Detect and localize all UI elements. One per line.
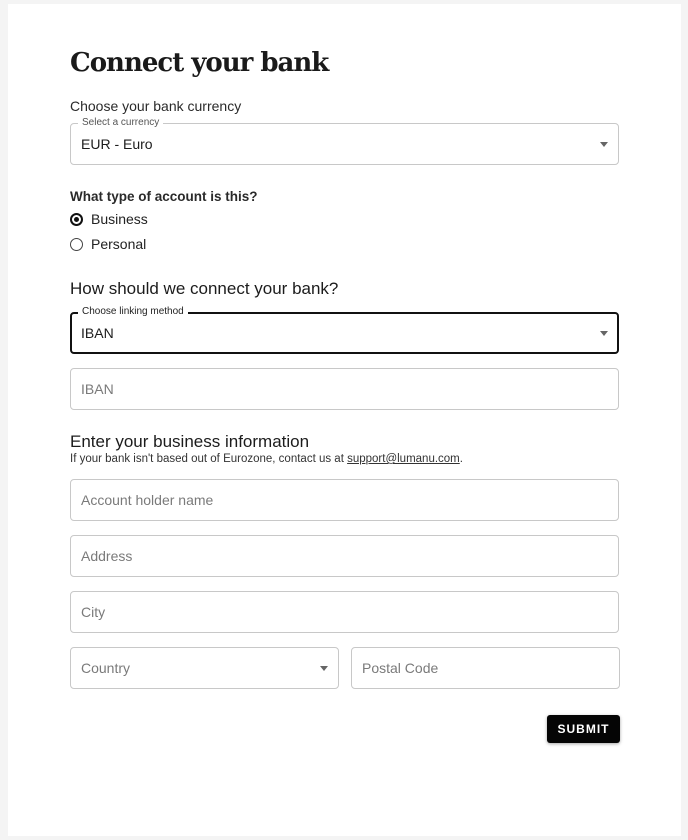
chevron-down-icon	[600, 142, 608, 147]
chevron-down-icon	[320, 666, 328, 671]
currency-select[interactable]: Select a currency EUR - Euro	[70, 117, 619, 165]
page-title: Connect your bank	[70, 48, 329, 78]
business-hint-text: If your bank isn't based out of Eurozone…	[70, 453, 348, 465]
radio-personal-label: Personal	[91, 236, 147, 252]
radio-unchecked-icon[interactable]	[70, 237, 83, 251]
city-input[interactable]: City	[70, 591, 619, 633]
currency-select-value: EUR - Euro	[81, 136, 153, 152]
currency-select-legend: Select a currency	[78, 117, 164, 129]
radio-business-label: Business	[91, 211, 148, 227]
account-holder-placeholder: Account holder name	[81, 492, 214, 508]
business-hint-suffix: .	[459, 453, 463, 465]
country-select[interactable]: Country	[70, 647, 339, 689]
linking-method-value: IBAN	[81, 325, 114, 341]
business-heading: Enter your business information	[70, 432, 310, 451]
address-input[interactable]: Address	[70, 535, 619, 577]
account-holder-input[interactable]: Account holder name	[70, 479, 619, 521]
radio-business[interactable]: Business	[70, 211, 148, 227]
currency-prompt: Choose your bank currency	[70, 98, 242, 114]
country-placeholder: Country	[81, 660, 131, 676]
iban-placeholder: IBAN	[81, 381, 114, 397]
chevron-down-icon	[600, 331, 608, 336]
submit-button[interactable]: SUBMIT	[547, 715, 620, 743]
postal-code-input[interactable]: Postal Code	[351, 647, 620, 689]
account-type-question: What type of account is this?	[70, 189, 258, 204]
business-hint: If your bank isn't based out of Eurozone…	[70, 453, 463, 465]
radio-checked-icon[interactable]	[70, 212, 83, 226]
address-placeholder: Address	[81, 548, 133, 564]
connect-heading: How should we connect your bank?	[70, 279, 339, 298]
linking-method-select[interactable]: Choose linking method IBAN	[70, 306, 619, 354]
postal-code-placeholder: Postal Code	[362, 660, 439, 676]
city-placeholder: City	[81, 604, 106, 620]
linking-method-legend: Choose linking method	[78, 306, 188, 318]
radio-personal[interactable]: Personal	[70, 236, 146, 252]
connect-bank-card: Connect your bank Choose your bank curre…	[8, 4, 681, 836]
iban-input[interactable]: IBAN	[70, 368, 619, 410]
support-email-link[interactable]: support@lumanu.com	[347, 453, 460, 465]
